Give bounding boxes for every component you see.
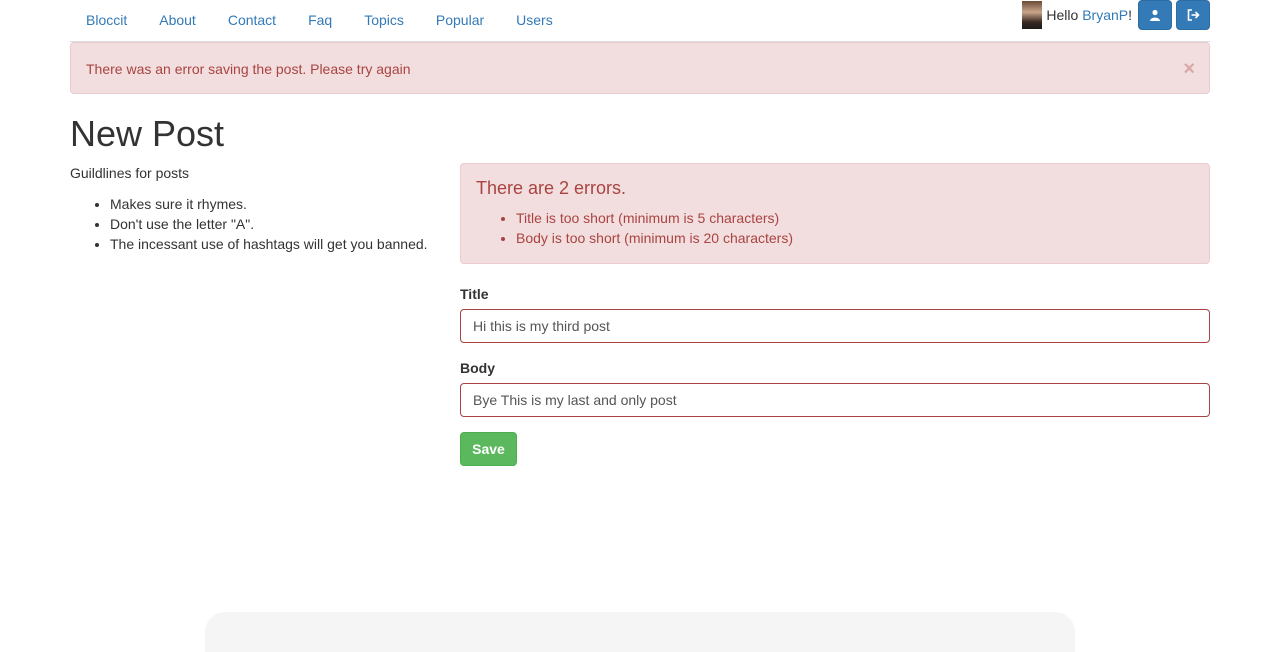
validation-errors-box: There are 2 errors. Title is too short (… — [460, 163, 1210, 264]
close-icon[interactable]: × — [1183, 59, 1195, 79]
error-item: Title is too short (minimum is 5 charact… — [516, 208, 793, 228]
guidelines-list: Makes sure it rhymes. Don't use the lett… — [70, 194, 428, 254]
nav-link-users[interactable]: Users — [500, 0, 569, 41]
flash-error-alert: There was an error saving the post. Plea… — [70, 42, 1210, 94]
nav-link-bloccit[interactable]: Bloccit — [70, 0, 143, 41]
error-item: Body is too short (minimum is 20 charact… — [516, 228, 793, 248]
save-button[interactable]: Save — [460, 432, 517, 466]
list-item: Makes sure it rhymes. — [110, 194, 428, 214]
sign-out-icon — [1187, 9, 1200, 21]
guidelines-title: Guildlines for posts — [70, 165, 190, 181]
body-label: Body — [460, 360, 495, 376]
greeting-suffix: ! — [1128, 7, 1132, 23]
profile-button[interactable] — [1138, 0, 1172, 30]
avatar — [1022, 1, 1043, 29]
title-input[interactable] — [460, 309, 1210, 343]
nav-link-popular[interactable]: Popular — [420, 0, 500, 41]
nav-link-about[interactable]: About — [143, 0, 212, 41]
title-label: Title — [460, 286, 489, 302]
user-icon — [1149, 9, 1161, 21]
nav-link-faq[interactable]: Faq — [292, 0, 348, 41]
nav-links: Bloccit About Contact Faq Topics Popular… — [70, 0, 569, 41]
body-input[interactable] — [460, 383, 1210, 417]
user-menu: Hello BryanP ! — [1022, 0, 1210, 30]
sign-out-button[interactable] — [1176, 0, 1210, 30]
list-item: The incessant use of hashtags will get y… — [110, 234, 428, 254]
errors-list: Title is too short (minimum is 5 charact… — [476, 208, 793, 248]
nav-link-topics[interactable]: Topics — [348, 0, 420, 41]
list-item: Don't use the letter "A". — [110, 214, 428, 234]
footer-bar — [205, 612, 1075, 652]
page-title: New Post — [70, 113, 225, 154]
greeting-prefix: Hello — [1046, 7, 1083, 23]
errors-title: There are 2 errors. — [476, 178, 627, 198]
flash-error-message: There was an error saving the post. Plea… — [86, 61, 411, 77]
user-profile-link[interactable]: BryanP — [1082, 7, 1128, 23]
top-navbar: Bloccit About Contact Faq Topics Popular… — [70, 0, 1210, 42]
nav-link-contact[interactable]: Contact — [212, 0, 292, 41]
